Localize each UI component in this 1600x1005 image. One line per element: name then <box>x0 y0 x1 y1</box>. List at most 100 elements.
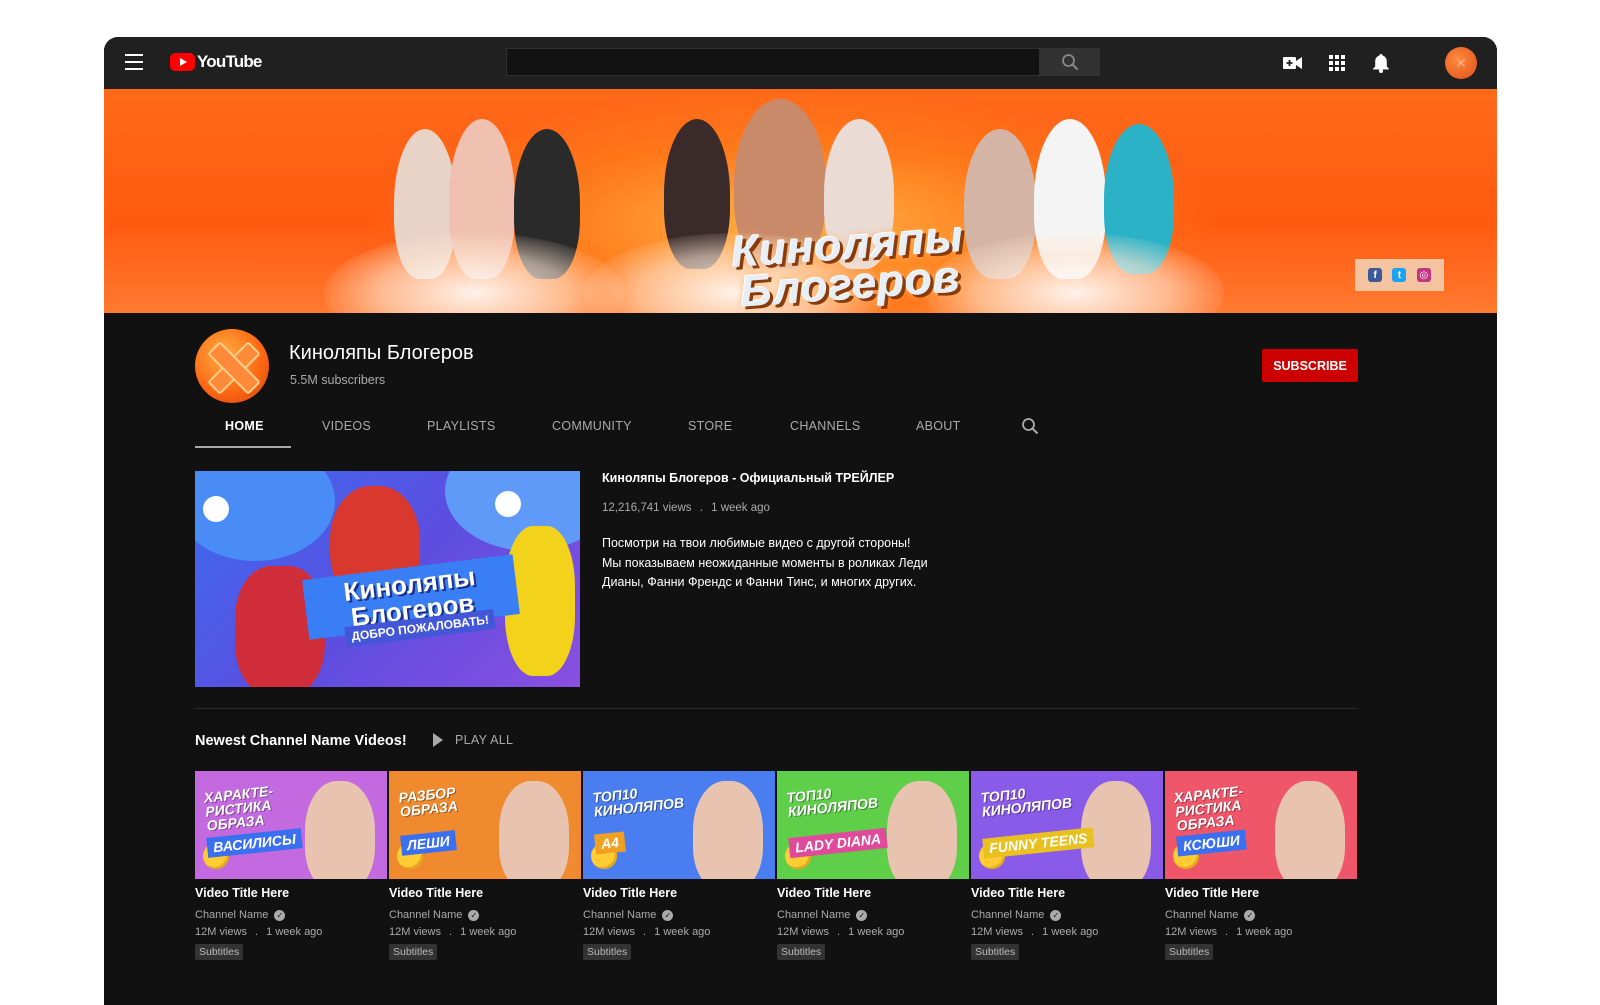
video-meta: 12M views . 1 week ago <box>1165 926 1357 938</box>
description-line: Посмотри на твои любимые видео с другой … <box>602 536 911 550</box>
search-icon <box>1062 54 1079 71</box>
video-views: 12M views <box>195 926 247 938</box>
channel-name: Киноляпы Блогеров <box>289 342 474 364</box>
search-button[interactable] <box>1040 48 1100 76</box>
video-title[interactable]: Video Title Here <box>583 886 775 900</box>
logo-text: YouTube <box>197 52 262 71</box>
video-channel: Channel Name ✓ <box>389 909 581 921</box>
video-title[interactable]: Video Title Here <box>195 886 387 900</box>
video-card[interactable]: РАЗБОР ОБРАЗА ЛЕШИ Video Title Here Chan… <box>389 771 581 960</box>
video-title[interactable]: Video Title Here <box>971 886 1163 900</box>
video-age: 1 week ago <box>654 926 711 938</box>
video-thumbnail[interactable]: ХАРАКТЕ-РИСТИКА ОБРАЗА ВАСИЛИСЫ <box>195 771 387 879</box>
tab-playlists[interactable]: PLAYLISTS <box>427 419 495 433</box>
thumb-caption: ТОП10 КИНОЛЯПОВ <box>979 785 1073 820</box>
channel-name-link[interactable]: Channel Name <box>195 909 268 921</box>
featured-video-thumbnail[interactable]: Киноляпы Блогеров ДОБРО ПОЖАЛОВАТЬ! <box>195 471 580 687</box>
channel-search-icon[interactable] <box>1021 417 1039 438</box>
thumb-person <box>1275 781 1345 879</box>
tab-community[interactable]: COMMUNITY <box>552 419 632 433</box>
video-card[interactable]: ТОП10 КИНОЛЯПОВ LADY DIANA Video Title H… <box>777 771 969 960</box>
social-links: f t ◎ <box>1355 259 1444 291</box>
video-card[interactable]: ХАРАКТЕ-РИСТИКА ОБРАЗА ВАСИЛИСЫ Video Ti… <box>195 771 387 960</box>
video-views: 12M views <box>389 926 441 938</box>
tab-about[interactable]: ABOUT <box>916 419 961 433</box>
video-thumbnail[interactable]: РАЗБОР ОБРАЗА ЛЕШИ <box>389 771 581 879</box>
video-card[interactable]: ТОП10 КИНОЛЯПОВ А4 Video Title Here Chan… <box>583 771 775 960</box>
youtube-logo[interactable]: YouTube <box>170 51 262 73</box>
meta-separator: . <box>1225 926 1229 938</box>
menu-icon[interactable] <box>125 54 143 70</box>
create-video-icon[interactable] <box>1281 51 1305 75</box>
meta-separator: . <box>699 502 703 514</box>
video-card[interactable]: ХАРАКТЕ-РИСТИКА ОБРАЗА КСЮШИ Video Title… <box>1165 771 1357 960</box>
thumb-highlight: А4 <box>594 831 626 855</box>
twitter-icon[interactable]: t <box>1392 268 1407 282</box>
apps-grid-icon[interactable] <box>1325 51 1349 75</box>
video-views: 12M views <box>777 926 829 938</box>
instagram-icon[interactable]: ◎ <box>1416 268 1431 282</box>
video-thumbnail[interactable]: ТОП10 КИНОЛЯПОВ LADY DIANA <box>777 771 969 879</box>
video-views: 12M views <box>1165 926 1217 938</box>
video-views: 12M views <box>971 926 1023 938</box>
channel-name-link[interactable]: Channel Name <box>1165 909 1238 921</box>
subscribe-button[interactable]: SUBSCRIBE <box>1262 349 1358 382</box>
tab-channels[interactable]: CHANNELS <box>790 419 860 433</box>
play-all-button[interactable]: PLAY ALL <box>433 733 513 747</box>
account-avatar[interactable]: ✕ <box>1445 47 1477 79</box>
video-age: 1 week ago <box>848 926 905 938</box>
channel-name-link[interactable]: Channel Name <box>583 909 656 921</box>
video-meta: 12M views . 1 week ago <box>583 926 775 938</box>
video-title[interactable]: Video Title Here <box>389 886 581 900</box>
meta-separator: . <box>837 926 841 938</box>
featured-views: 12,216,741 views <box>602 502 692 514</box>
description-line: Дианы, Фанни Френдс и Фанни Тинс, и мног… <box>602 575 917 589</box>
subtitles-badge: Subtitles <box>389 944 438 960</box>
meta-separator: . <box>643 926 647 938</box>
section-divider <box>195 708 1358 709</box>
verified-check-icon: ✓ <box>468 909 480 921</box>
meta-separator: . <box>1031 926 1035 938</box>
subtitles-badge: Subtitles <box>1165 944 1214 960</box>
avatar-mark-icon: ✕ <box>1455 54 1467 71</box>
thumb-highlight: КСЮШИ <box>1176 829 1247 857</box>
verified-check-icon: ✓ <box>1050 909 1062 921</box>
meta-separator: . <box>255 926 259 938</box>
thumb-person <box>305 781 375 879</box>
channel-tabs: HOME VIDEOS PLAYLISTS COMMUNITY STORE CH… <box>195 411 1358 449</box>
channel-name-link[interactable]: Channel Name <box>389 909 462 921</box>
channel-avatar[interactable] <box>195 329 269 403</box>
video-thumbnail[interactable]: ТОП10 КИНОЛЯПОВ FUNNY TEENS <box>971 771 1163 879</box>
bell-icon[interactable] <box>1369 51 1393 75</box>
video-card[interactable]: ТОП10 КИНОЛЯПОВ FUNNY TEENS Video Title … <box>971 771 1163 960</box>
tab-videos[interactable]: VIDEOS <box>322 419 371 433</box>
video-title[interactable]: Video Title Here <box>777 886 969 900</box>
search-input[interactable] <box>506 48 1040 76</box>
thumb-person <box>499 781 569 879</box>
video-meta: 12M views . 1 week ago <box>971 926 1163 938</box>
video-age: 1 week ago <box>266 926 323 938</box>
play-all-label: PLAY ALL <box>455 733 514 747</box>
video-age: 1 week ago <box>460 926 517 938</box>
video-meta: 12M views . 1 week ago <box>777 926 969 938</box>
thumb-caption: ХАРАКТЕ-РИСТИКА ОБРАЗА <box>1173 782 1244 834</box>
thumb-highlight: LADY DIANA <box>788 827 888 859</box>
thumb-person <box>887 781 957 879</box>
featured-video-title[interactable]: Киноляпы Блогеров - Официальный ТРЕЙЛЕР <box>602 471 894 485</box>
cartoon-eyes-icon <box>495 491 521 517</box>
video-thumbnail[interactable]: ХАРАКТЕ-РИСТИКА ОБРАЗА КСЮШИ <box>1165 771 1357 879</box>
thumb-caption: ТОП10 КИНОЛЯПОВ <box>591 785 685 820</box>
tab-home[interactable]: HOME <box>225 419 264 433</box>
shelf-title[interactable]: Newest Channel Name Videos! <box>195 733 407 749</box>
video-title[interactable]: Video Title Here <box>1165 886 1357 900</box>
thumb-caption: ТОП10 КИНОЛЯПОВ <box>785 785 879 820</box>
facebook-icon[interactable]: f <box>1368 268 1383 282</box>
thumb-caption: ХАРАКТЕ-РИСТИКА ОБРАЗА <box>203 782 274 834</box>
active-tab-indicator <box>195 446 291 448</box>
featured-video-description: Посмотри на твои любимые видео с другой … <box>602 534 962 593</box>
video-age: 1 week ago <box>1042 926 1099 938</box>
channel-name-link[interactable]: Channel Name <box>777 909 850 921</box>
channel-name-link[interactable]: Channel Name <box>971 909 1044 921</box>
tab-store[interactable]: STORE <box>688 419 732 433</box>
video-thumbnail[interactable]: ТОП10 КИНОЛЯПОВ А4 <box>583 771 775 879</box>
